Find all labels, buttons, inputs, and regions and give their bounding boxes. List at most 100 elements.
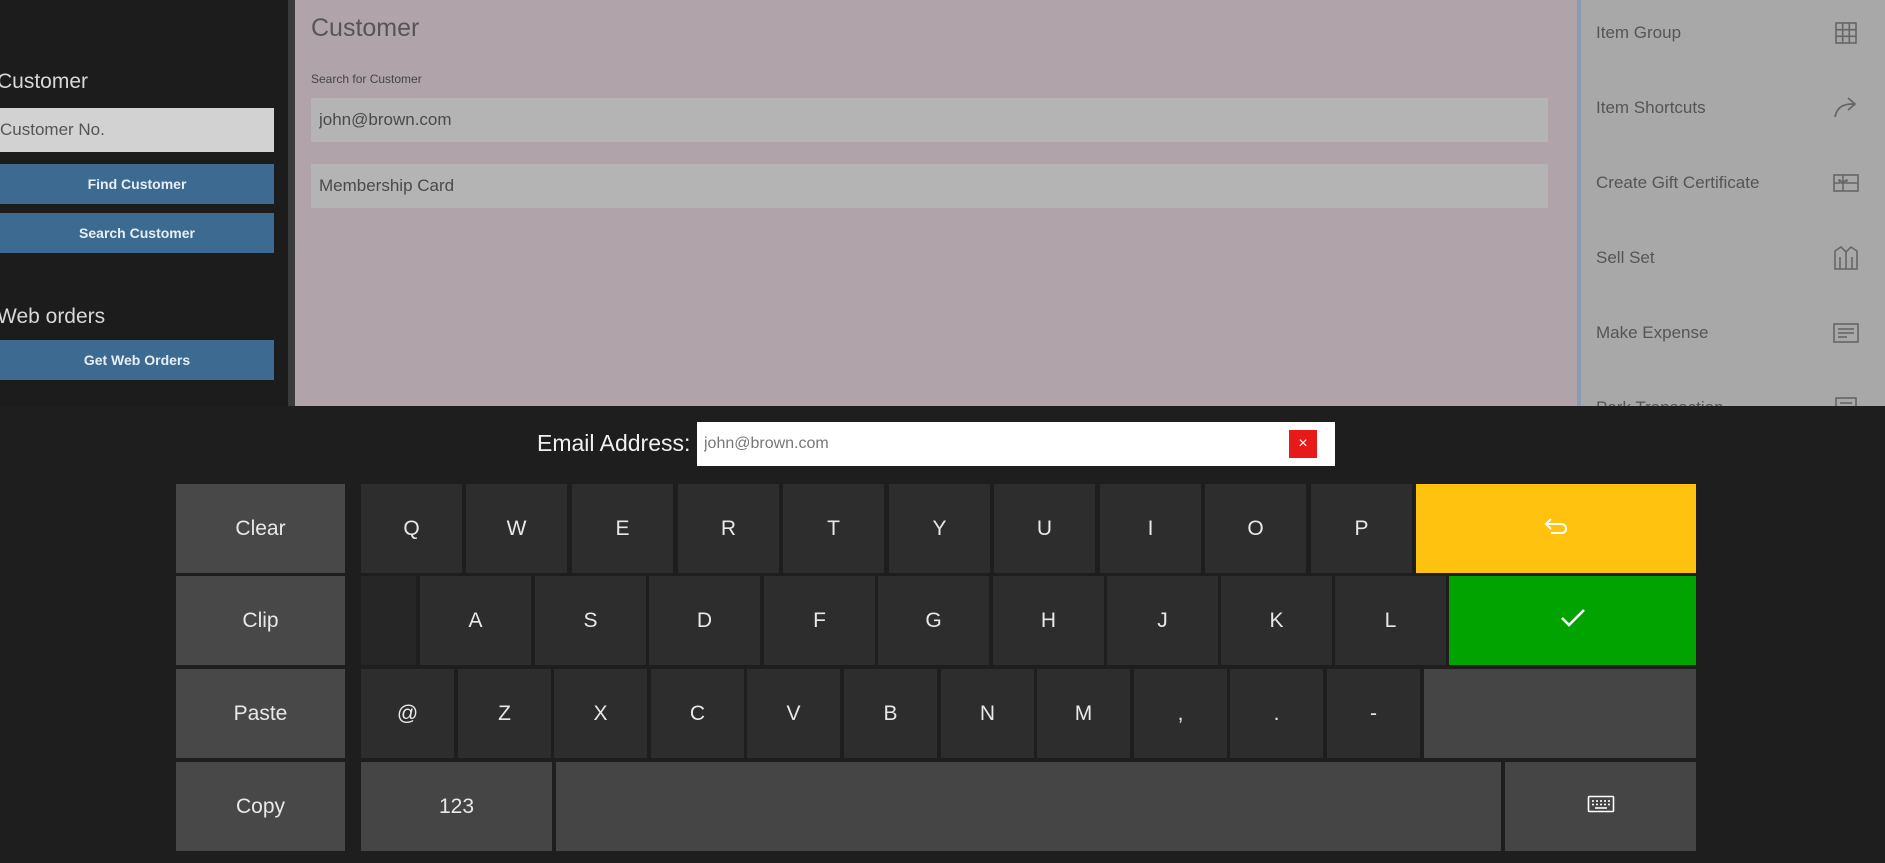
numbers-key[interactable]: 123: [361, 762, 552, 851]
key-c[interactable]: C: [651, 669, 744, 758]
key-label: Z: [498, 701, 511, 725]
jacket-icon: [1831, 243, 1861, 273]
key-h[interactable]: H: [993, 576, 1104, 665]
clear-input-button[interactable]: ×: [1289, 430, 1317, 458]
key-label: B: [883, 701, 898, 725]
key-label: Q: [403, 516, 420, 540]
menu-item-label: Sell Set: [1596, 248, 1655, 267]
key-spacer: [361, 576, 416, 665]
menu-item-gift-certificate[interactable]: Create Gift Certificate: [1581, 150, 1885, 225]
key-label: W: [506, 516, 527, 540]
customer-panel: Customer Search for Customer: [295, 0, 1577, 406]
key-clear[interactable]: Clear: [176, 484, 345, 573]
key-l[interactable]: L: [1335, 576, 1446, 665]
key-label: Paste: [233, 701, 288, 725]
backspace-icon: [1416, 516, 1696, 542]
hide-keyboard-key[interactable]: [1505, 762, 1696, 851]
key-n[interactable]: N: [941, 669, 1034, 758]
key-w[interactable]: W: [466, 484, 567, 573]
key-paste[interactable]: Paste: [176, 669, 345, 758]
left-panel: Customer Find Customer Search Customer W…: [0, 0, 288, 406]
key-u[interactable]: U: [994, 484, 1095, 573]
key-label: .: [1273, 701, 1280, 725]
menu-item-make-expense[interactable]: Make Expense: [1581, 300, 1885, 375]
email-field[interactable]: ×: [697, 422, 1335, 466]
search-customer-button[interactable]: Search Customer: [0, 213, 274, 253]
key-copy[interactable]: Copy: [176, 762, 345, 851]
menu-item-label: Create Gift Certificate: [1596, 173, 1760, 192]
keyboard-icon: [1505, 795, 1696, 819]
enter-key[interactable]: [1449, 576, 1696, 665]
email-input[interactable]: [704, 422, 1284, 466]
key-x[interactable]: X: [554, 669, 647, 758]
shift-key[interactable]: [1424, 669, 1696, 758]
menu-item-park-transaction[interactable]: Park Transaction: [1581, 375, 1885, 406]
get-web-orders-button[interactable]: Get Web Orders: [0, 340, 274, 380]
key-label: F: [813, 608, 826, 632]
key-label: N: [979, 701, 996, 725]
key-label: V: [786, 701, 801, 725]
key-label: @: [396, 701, 419, 725]
key-e[interactable]: E: [572, 484, 673, 573]
key-label: U: [1036, 516, 1053, 540]
key-p[interactable]: P: [1311, 484, 1412, 573]
key-label: Y: [932, 516, 947, 540]
key-y[interactable]: Y: [889, 484, 990, 573]
key-f[interactable]: F: [764, 576, 875, 665]
customer-search-input[interactable]: [311, 98, 1548, 142]
panel-divider: [288, 0, 295, 406]
key-label: P: [1354, 516, 1369, 540]
email-field-label: Email Address:: [537, 430, 691, 456]
key-label: L: [1384, 608, 1397, 632]
key-g[interactable]: G: [878, 576, 989, 665]
key-label: D: [696, 608, 713, 632]
key-period[interactable]: .: [1230, 669, 1323, 758]
key-q[interactable]: Q: [361, 484, 462, 573]
key-label: G: [925, 608, 942, 632]
key-r[interactable]: R: [678, 484, 779, 573]
key-label: H: [1040, 608, 1057, 632]
key-m[interactable]: M: [1037, 669, 1130, 758]
receipt-icon: [1831, 318, 1861, 348]
key-label: K: [1269, 608, 1284, 632]
key-label: R: [720, 516, 737, 540]
customer-no-input[interactable]: [0, 108, 274, 152]
backspace-key[interactable]: [1416, 484, 1696, 573]
key-label: 123: [438, 794, 475, 818]
menu-item-group[interactable]: Item Group: [1581, 0, 1885, 75]
list-icon: [1831, 393, 1861, 406]
menu-item-label: Park Transaction: [1596, 398, 1724, 406]
key-a[interactable]: A: [420, 576, 531, 665]
find-customer-button[interactable]: Find Customer: [0, 164, 274, 204]
key-label: X: [593, 701, 608, 725]
key-label: Copy: [235, 794, 286, 818]
menu-item-sell-set[interactable]: Sell Set: [1581, 225, 1885, 300]
key-j[interactable]: J: [1107, 576, 1218, 665]
key-label: T: [827, 516, 840, 540]
right-panel: Item Group Item Shortcuts Create Gift Ce…: [1581, 0, 1885, 406]
key-i[interactable]: I: [1100, 484, 1201, 573]
menu-item-label: Item Group: [1596, 23, 1682, 42]
key-label: A: [468, 608, 483, 632]
key-t[interactable]: T: [783, 484, 884, 573]
key-d[interactable]: D: [649, 576, 760, 665]
key-o[interactable]: O: [1205, 484, 1306, 573]
key-label: Clip: [242, 608, 279, 632]
key-v[interactable]: V: [747, 669, 840, 758]
key-dash[interactable]: -: [1327, 669, 1420, 758]
key-clip[interactable]: Clip: [176, 576, 345, 665]
key-s[interactable]: S: [535, 576, 646, 665]
onscreen-keyboard: Email Address: × Clear Clip Paste Copy Q…: [0, 406, 1885, 863]
checkmark-icon: [1449, 607, 1696, 635]
key-k[interactable]: K: [1221, 576, 1332, 665]
menu-item-shortcuts[interactable]: Item Shortcuts: [1581, 75, 1885, 150]
key-comma[interactable]: ,: [1134, 669, 1227, 758]
search-label: Search for Customer: [311, 72, 422, 86]
key-at[interactable]: @: [361, 669, 454, 758]
key-label: C: [689, 701, 706, 725]
key-z[interactable]: Z: [458, 669, 551, 758]
key-b[interactable]: B: [844, 669, 937, 758]
membership-card-input[interactable]: [311, 164, 1548, 208]
space-key[interactable]: [556, 762, 1501, 851]
share-arrow-icon: [1831, 93, 1861, 123]
